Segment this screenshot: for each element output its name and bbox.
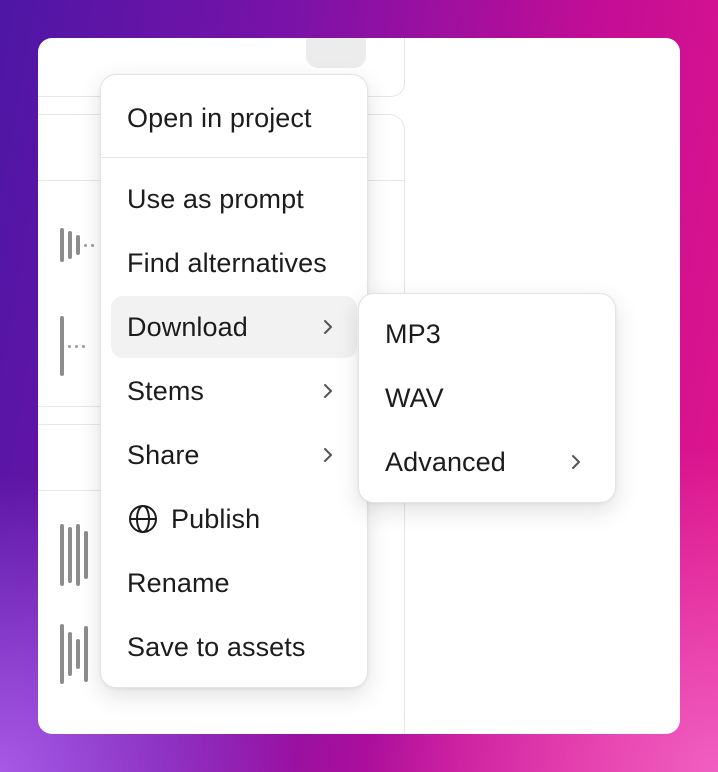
menu-item-stems[interactable]: Stems xyxy=(111,360,357,422)
waveform-icon[interactable] xyxy=(60,316,85,376)
chevron-right-icon xyxy=(324,384,332,398)
submenu-item-mp3[interactable]: MP3 xyxy=(369,303,605,365)
menu-item-share[interactable]: Share xyxy=(111,424,357,486)
chevron-right-icon xyxy=(324,320,332,334)
menu-item-label: Open in project xyxy=(127,102,312,133)
globe-icon xyxy=(129,505,157,533)
menu-divider xyxy=(101,157,367,158)
submenu-item-wav[interactable]: WAV xyxy=(369,367,605,429)
menu-item-label: Publish xyxy=(171,503,261,534)
menu-item-label: Share xyxy=(127,439,200,470)
menu-item-publish[interactable]: Publish xyxy=(111,488,357,550)
menu-item-rename[interactable]: Rename xyxy=(111,552,357,614)
menu-item-label: Use as prompt xyxy=(127,183,304,214)
chevron-right-icon xyxy=(572,455,580,469)
menu-item-open-in-project[interactable]: Open in project xyxy=(111,87,357,149)
background-pill xyxy=(306,38,366,68)
menu-item-label: Stems xyxy=(127,375,205,406)
waveform-icon[interactable] xyxy=(60,228,94,262)
download-submenu: MP3 WAV Advanced xyxy=(358,293,616,503)
menu-item-download[interactable]: Download xyxy=(111,296,357,358)
menu-item-label: Rename xyxy=(127,567,230,598)
waveform-icon[interactable] xyxy=(60,624,88,684)
menu-item-save-to-assets[interactable]: Save to assets xyxy=(111,616,357,678)
submenu-item-label: Advanced xyxy=(385,446,506,477)
submenu-item-label: MP3 xyxy=(385,318,441,349)
menu-item-use-as-prompt[interactable]: Use as prompt xyxy=(111,168,357,230)
submenu-item-advanced[interactable]: Advanced xyxy=(369,431,605,493)
chevron-right-icon xyxy=(324,448,332,462)
menu-item-label: Find alternatives xyxy=(127,247,327,278)
context-menu: Open in project Use as prompt Find alter… xyxy=(100,74,368,688)
menu-item-label: Save to assets xyxy=(127,631,306,662)
menu-item-find-alternatives[interactable]: Find alternatives xyxy=(111,232,357,294)
menu-item-label: Download xyxy=(127,311,248,342)
waveform-icon[interactable] xyxy=(60,524,88,586)
submenu-item-label: WAV xyxy=(385,382,444,413)
